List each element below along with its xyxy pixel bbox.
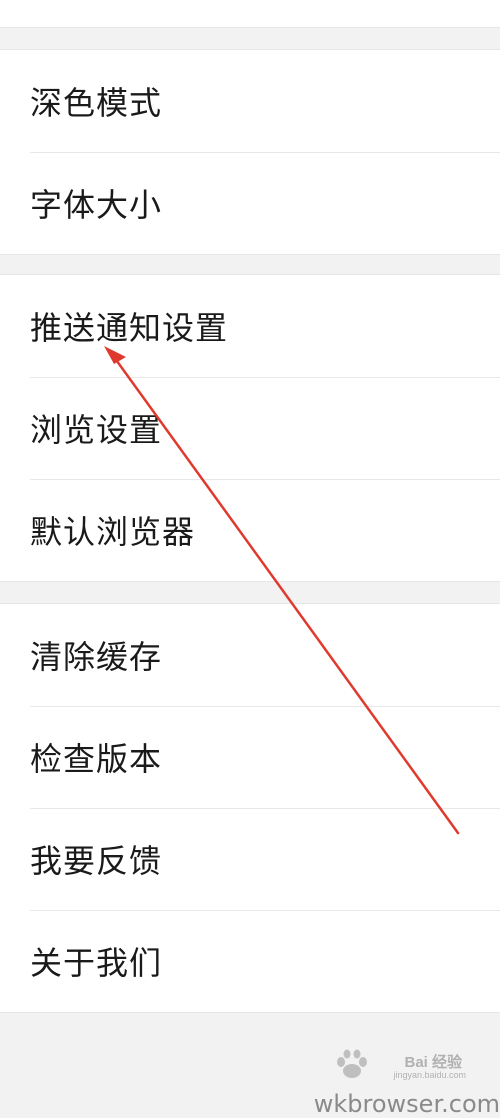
settings-row-label: 关于我们 xyxy=(30,944,163,982)
settings-row-label: 我要反馈 xyxy=(30,842,163,880)
settings-row-label: 浏览设置 xyxy=(30,411,163,449)
previous-section-edge xyxy=(0,0,500,28)
settings-group-misc: 清除缓存 检查版本 我要反馈 关于我们 xyxy=(0,603,500,1013)
settings-row-push-notifications[interactable]: 推送通知设置 xyxy=(0,275,500,377)
watermark-sub: jingyan.baidu.com xyxy=(393,1070,466,1080)
settings-row-label: 推送通知设置 xyxy=(30,309,229,347)
settings-row-label: 深色模式 xyxy=(30,84,163,122)
settings-row-label: 检查版本 xyxy=(30,740,163,778)
watermark-brand: Bai 经验 xyxy=(404,1054,462,1071)
settings-row-font-size[interactable]: 字体大小 xyxy=(0,152,500,254)
settings-row-label: 清除缓存 xyxy=(30,638,163,676)
settings-row-default-browser[interactable]: 默认浏览器 xyxy=(0,479,500,581)
settings-group-display: 深色模式 字体大小 xyxy=(0,49,500,255)
settings-row-about-us[interactable]: 关于我们 xyxy=(0,910,500,1012)
settings-row-label: 默认浏览器 xyxy=(30,513,196,551)
settings-row-dark-mode[interactable]: 深色模式 xyxy=(0,50,500,152)
settings-row-feedback[interactable]: 我要反馈 xyxy=(0,808,500,910)
settings-row-clear-cache[interactable]: 清除缓存 xyxy=(0,604,500,706)
settings-row-browsing-settings[interactable]: 浏览设置 xyxy=(0,377,500,479)
settings-group-browsing: 推送通知设置 浏览设置 默认浏览器 xyxy=(0,274,500,582)
settings-row-check-version[interactable]: 检查版本 xyxy=(0,706,500,808)
watermark: Bai 经验 jingyan.baidu.com xyxy=(312,1045,492,1085)
footer-url-text: wkbrowser.com xyxy=(313,1090,500,1118)
baidu-paw-icon xyxy=(337,1049,367,1078)
settings-row-label: 字体大小 xyxy=(30,186,163,224)
